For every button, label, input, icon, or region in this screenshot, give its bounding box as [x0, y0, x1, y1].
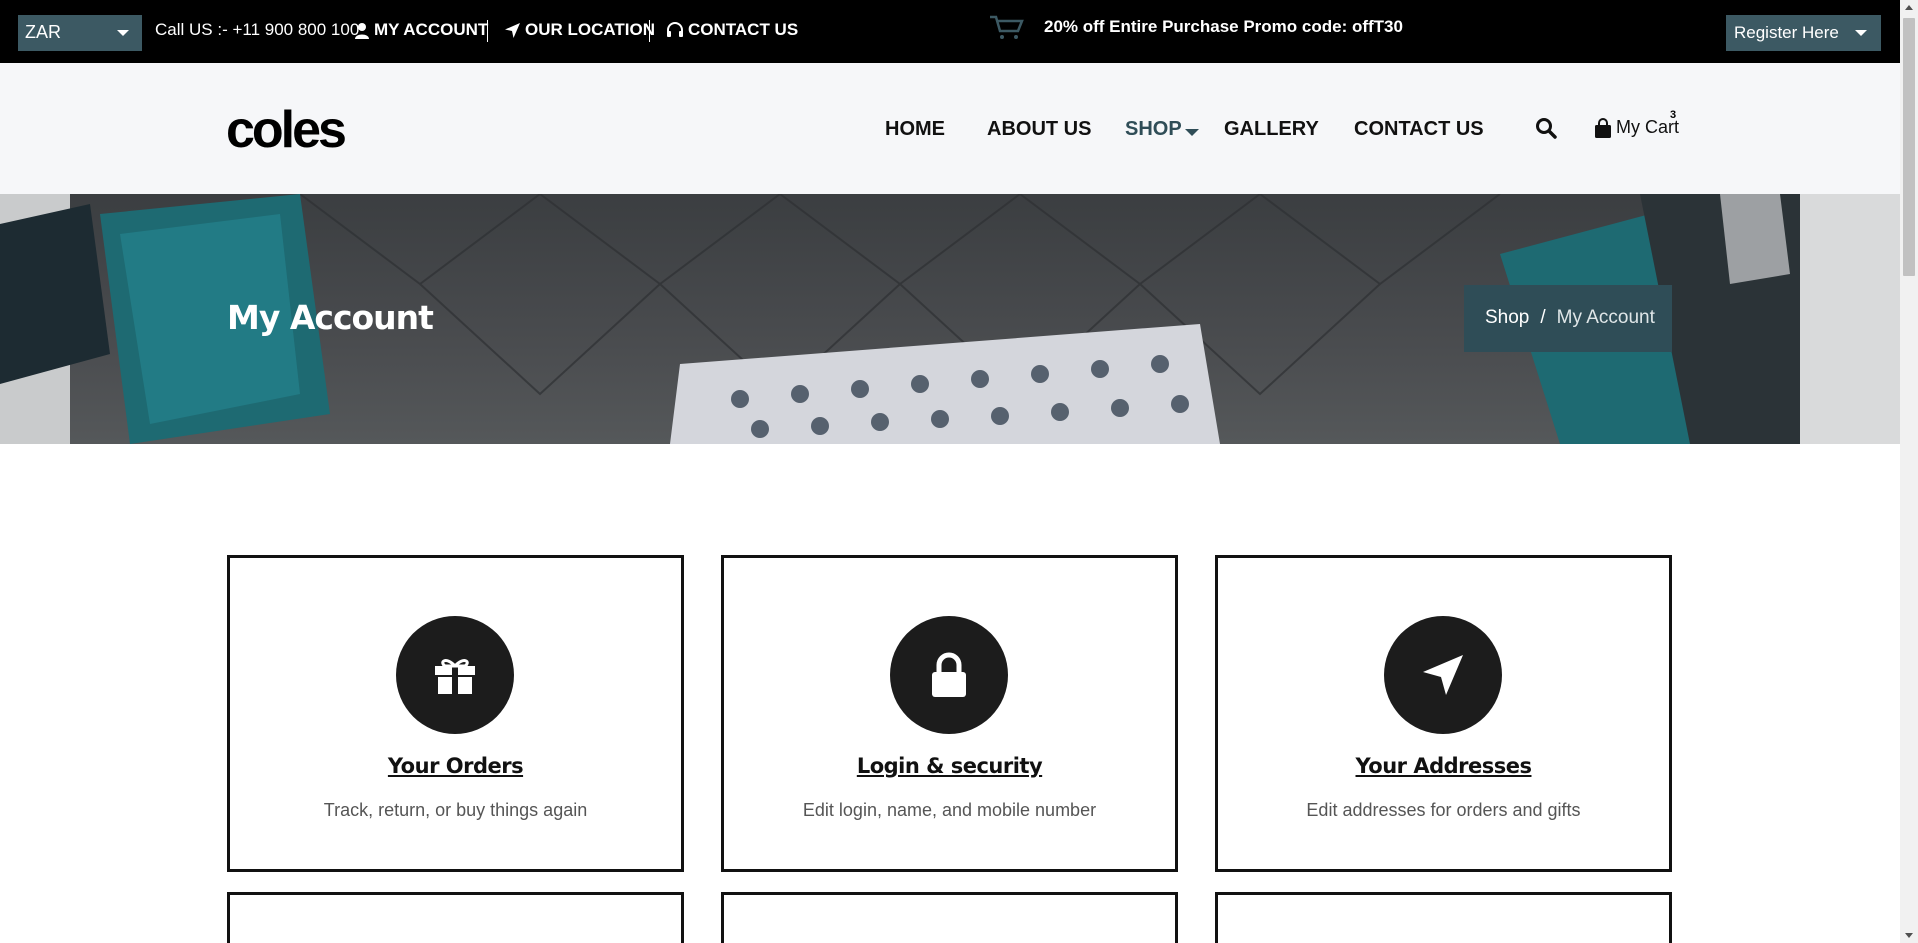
user-icon: [355, 22, 369, 39]
main-header: coles HOME ABOUT US SHOP GALLERY CONTACT…: [0, 63, 1900, 194]
nav-gallery[interactable]: GALLERY: [1224, 118, 1319, 141]
lock-icon: [932, 652, 966, 697]
chevron-down-icon: [117, 30, 129, 36]
breadcrumb-current: My Account: [1556, 307, 1655, 328]
contact-us-label: CONTACT US: [688, 20, 799, 39]
card-your-addresses[interactable]: Your Addresses Edit addresses for orders…: [1215, 555, 1672, 872]
nav-about-us[interactable]: ABOUT US: [987, 118, 1091, 141]
divider: [649, 20, 650, 42]
page-scrollbar[interactable]: [1900, 0, 1918, 943]
scroll-down-icon[interactable]: [1905, 933, 1913, 938]
card-description: Track, return, or buy things again: [323, 800, 588, 820]
gift-icon: [435, 659, 475, 694]
logo[interactable]: coles: [226, 104, 347, 156]
card-title[interactable]: Your Orders: [230, 754, 681, 778]
icon-circle: [396, 616, 514, 734]
promo-banner: 20% off Entire Purchase Promo code: offT…: [988, 14, 1403, 40]
shopping-bag-icon: [1595, 117, 1611, 138]
card-partial[interactable]: [1215, 892, 1672, 943]
currency-value: ZAR: [25, 22, 61, 42]
icon-circle: [1384, 616, 1502, 734]
divider: [487, 20, 488, 42]
headset-icon: [667, 22, 683, 37]
nav-shop[interactable]: SHOP: [1125, 118, 1182, 141]
chevron-down-icon: [1855, 30, 1867, 36]
card-title[interactable]: Login & security: [724, 754, 1175, 778]
my-account-link[interactable]: MY ACCOUNT: [354, 20, 488, 40]
my-account-label: MY ACCOUNT: [374, 20, 489, 39]
breadcrumb-separator: /: [1540, 307, 1546, 328]
our-location-label: OUR LOCATION: [525, 20, 656, 39]
card-partial[interactable]: [227, 892, 684, 943]
register-label: Register Here: [1734, 23, 1839, 42]
card-description: Edit addresses for orders and gifts: [1306, 800, 1581, 820]
breadcrumb: Shop / My Account: [1464, 285, 1672, 352]
card-partial[interactable]: [721, 892, 1178, 943]
card-title[interactable]: Your Addresses: [1218, 754, 1669, 778]
card-login-security[interactable]: Login & security Edit login, name, and m…: [721, 555, 1178, 872]
scroll-up-icon[interactable]: [1905, 5, 1913, 10]
our-location-link[interactable]: OUR LOCATION: [504, 20, 655, 40]
promo-text: 20% off Entire Purchase Promo code: offT…: [1044, 17, 1403, 36]
scrollbar-thumb[interactable]: [1903, 18, 1915, 276]
search-icon[interactable]: [1535, 117, 1557, 139]
cart-link[interactable]: My Cart: [1594, 117, 1679, 138]
nav-home[interactable]: HOME: [885, 118, 945, 141]
call-us-text: Call US :- +11 900 800 100: [155, 20, 360, 39]
currency-select[interactable]: ZAR: [18, 15, 142, 51]
breadcrumb-shop[interactable]: Shop: [1485, 307, 1529, 328]
chevron-down-icon[interactable]: [1185, 129, 1199, 136]
card-your-orders[interactable]: Your Orders Track, return, or buy things…: [227, 555, 684, 872]
contact-us-link[interactable]: CONTACT US: [666, 20, 798, 40]
register-select[interactable]: Register Here: [1726, 15, 1881, 51]
location-arrow-icon: [505, 22, 520, 38]
location-arrow-icon: [1423, 655, 1463, 695]
icon-circle: [890, 616, 1008, 734]
cart-count-badge: 3: [1670, 109, 1677, 121]
shopping-cart-icon: [990, 15, 1024, 39]
page-title: My Account: [227, 298, 434, 337]
nav-contact-us[interactable]: CONTACT US: [1354, 118, 1484, 141]
top-bar: ZAR Call US :- +11 900 800 100 MY ACCOUN…: [0, 0, 1900, 63]
page-banner: My Account Shop / My Account: [0, 194, 1900, 444]
card-description: Edit login, name, and mobile number: [802, 800, 1097, 820]
